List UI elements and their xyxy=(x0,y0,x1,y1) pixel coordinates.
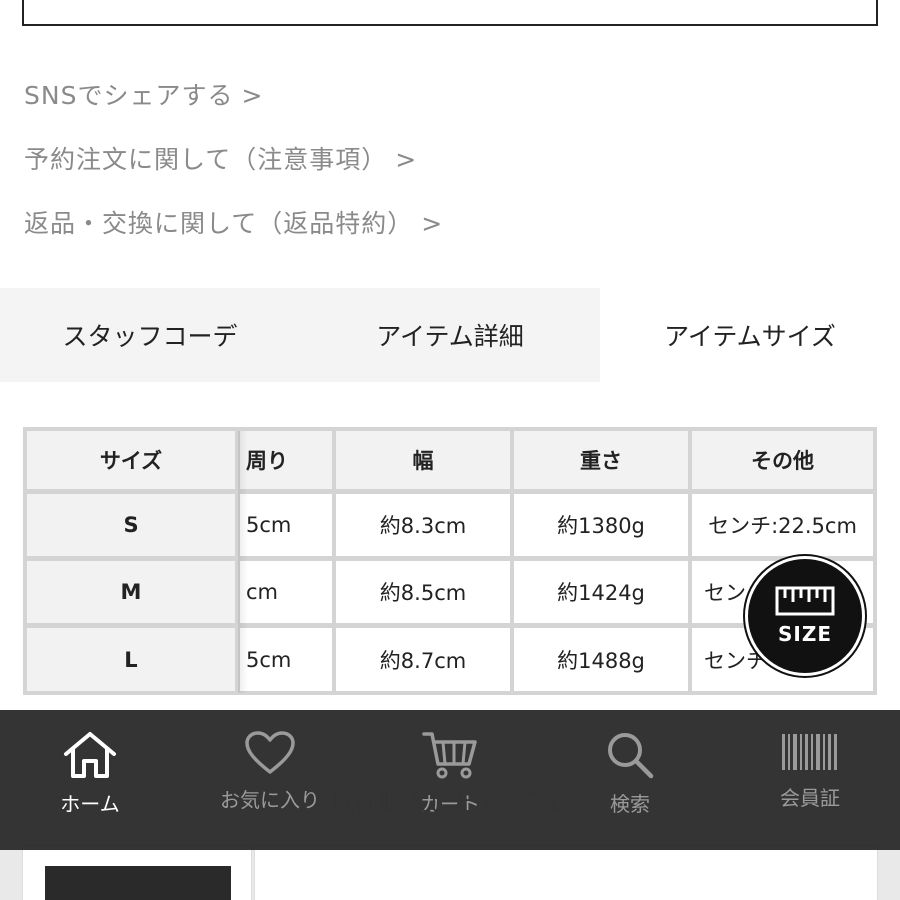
purchased-item-card[interactable] xyxy=(22,845,252,900)
top-container xyxy=(22,0,878,26)
header-size: サイズ xyxy=(27,431,235,489)
chevron-right-icon: > xyxy=(395,145,418,174)
cell-width: 約8.5cm xyxy=(336,561,510,623)
preorder-notes-link[interactable]: 予約注文に関して（注意事項） > xyxy=(24,140,417,176)
row-size-l: L xyxy=(27,628,235,691)
cell-other: センチ:22.5cm xyxy=(692,494,873,556)
preorder-notes-label: 予約注文に関して（注意事項） xyxy=(24,145,388,174)
row-size-s: S xyxy=(27,494,235,556)
home-indicator xyxy=(290,869,610,881)
nav-search[interactable]: 検索 xyxy=(540,710,720,850)
cell-weight: 約1488g xyxy=(514,628,688,691)
header-width: 幅 xyxy=(336,431,510,489)
return-policy-link[interactable]: 返品・交換に関して（返品特約） > xyxy=(24,204,443,240)
barcode-icon xyxy=(782,734,837,770)
chevron-right-icon: > xyxy=(421,209,444,238)
cell-around: 5cm xyxy=(240,494,332,556)
nav-favorites[interactable]: お気に入り xyxy=(180,710,360,850)
chevron-right-icon: > xyxy=(241,81,264,110)
cell-width: 約8.7cm xyxy=(336,628,510,691)
cart-icon xyxy=(422,732,477,779)
bottom-navigation: ホーム お気に入り カート 検索 会員証 xyxy=(0,710,900,850)
size-guide-label: SIZE xyxy=(777,622,832,646)
item-tabs: スタッフコーデ アイテム詳細 アイテムサイズ xyxy=(0,288,900,382)
nav-member-card[interactable]: 会員証 xyxy=(720,710,900,850)
home-icon xyxy=(64,732,116,778)
product-image xyxy=(45,866,231,900)
share-sns-link[interactable]: SNSでシェアする > xyxy=(24,76,263,112)
return-policy-label: 返品・交換に関して（返品特約） xyxy=(24,209,414,238)
tab-item-details[interactable]: アイテム詳細 xyxy=(300,288,600,382)
size-table[interactable]: サイズ 周り 幅 重さ その他 S 5cm 約8.3cm 約1380g センチ:… xyxy=(23,427,877,695)
header-weight: 重さ xyxy=(514,431,688,489)
cell-around: cm xyxy=(240,561,332,623)
size-guide-button[interactable]: SIZE xyxy=(745,556,865,676)
nav-cart[interactable]: カート xyxy=(360,710,540,850)
share-sns-label: SNSでシェアする xyxy=(24,81,234,110)
row-size-m: M xyxy=(27,561,235,623)
search-icon xyxy=(608,733,654,779)
tab-staff-coordinate[interactable]: スタッフコーデ xyxy=(0,288,300,382)
sticky-column-shadow xyxy=(238,431,248,693)
tab-item-size[interactable]: アイテムサイズ xyxy=(600,288,900,382)
header-around: 周り xyxy=(240,431,332,489)
heart-icon xyxy=(245,731,295,774)
nav-home[interactable]: ホーム xyxy=(0,710,180,850)
cell-weight: 約1424g xyxy=(514,561,688,623)
previously-purchased-title: 以前購入したアイテム xyxy=(331,789,569,817)
cell-width: 約8.3cm xyxy=(336,494,510,556)
cell-weight: 約1380g xyxy=(514,494,688,556)
header-other: その他 xyxy=(692,431,873,489)
cell-around: 5cm xyxy=(240,628,332,691)
ruler-icon xyxy=(775,586,835,616)
